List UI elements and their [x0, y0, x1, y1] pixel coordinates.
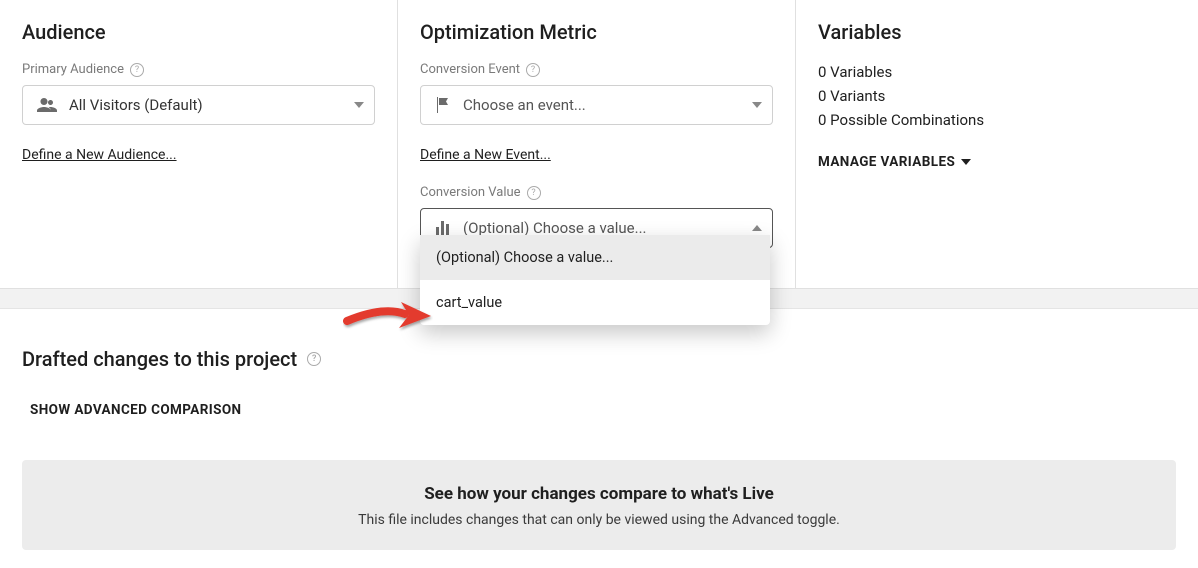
audience-panel: Audience Primary Audience ? All Visitors… — [0, 0, 398, 288]
dropdown-option-placeholder[interactable]: (Optional) Choose a value... — [420, 235, 770, 280]
define-event-link[interactable]: Define a New Event... — [420, 147, 551, 163]
primary-audience-label-text: Primary Audience — [22, 62, 124, 77]
drafted-changes-section: Drafted changes to this project ? SHOW A… — [0, 309, 1198, 568]
chevron-down-icon — [354, 102, 364, 108]
help-icon[interactable]: ? — [307, 352, 321, 366]
conversion-event-placeholder: Choose an event... — [463, 96, 740, 114]
combinations-count: 0 Possible Combinations — [818, 108, 1176, 132]
conversion-value-label-text: Conversion Value — [420, 185, 521, 200]
conversion-event-select[interactable]: Choose an event... — [420, 85, 773, 125]
bar-chart-icon — [435, 221, 451, 235]
drafted-changes-title-text: Drafted changes to this project — [22, 347, 297, 371]
people-icon — [37, 98, 57, 112]
define-audience-link[interactable]: Define a New Audience... — [22, 147, 177, 163]
conversion-value-dropdown: (Optional) Choose a value... cart_value — [420, 235, 770, 325]
help-icon[interactable]: ? — [527, 186, 541, 200]
variables-title: Variables — [818, 20, 1176, 44]
show-advanced-comparison-button[interactable]: SHOW ADVANCED COMPARISON — [30, 402, 241, 418]
primary-audience-label: Primary Audience ? — [22, 62, 375, 77]
chevron-down-icon — [961, 159, 971, 165]
manage-variables-label: MANAGE VARIABLES — [818, 154, 955, 170]
flag-icon — [435, 97, 451, 113]
audience-title: Audience — [22, 20, 375, 44]
conversion-event-label: Conversion Event ? — [420, 62, 773, 77]
metric-panel: Optimization Metric Conversion Event ? C… — [398, 0, 796, 288]
variables-panel: Variables 0 Variables 0 Variants 0 Possi… — [796, 0, 1198, 288]
primary-audience-value: All Visitors (Default) — [69, 96, 342, 114]
variables-count: 0 Variables — [818, 60, 1176, 84]
help-icon[interactable]: ? — [526, 63, 540, 77]
banner-subtitle: This file includes changes that can only… — [42, 512, 1156, 528]
conversion-event-label-text: Conversion Event — [420, 62, 520, 77]
variants-count: 0 Variants — [818, 84, 1176, 108]
comparison-banner: See how your changes compare to what's L… — [22, 460, 1176, 550]
chevron-up-icon — [752, 225, 762, 231]
top-panels: Audience Primary Audience ? All Visitors… — [0, 0, 1198, 289]
manage-variables-button[interactable]: MANAGE VARIABLES — [818, 154, 971, 170]
banner-title: See how your changes compare to what's L… — [42, 484, 1156, 504]
conversion-value-label: Conversion Value ? — [420, 185, 773, 200]
dropdown-option-cart-value[interactable]: cart_value — [420, 280, 770, 325]
chevron-down-icon — [752, 102, 762, 108]
variables-summary: 0 Variables 0 Variants 0 Possible Combin… — [818, 60, 1176, 132]
drafted-changes-title: Drafted changes to this project ? — [22, 347, 1176, 371]
metric-title: Optimization Metric — [420, 20, 773, 44]
primary-audience-select[interactable]: All Visitors (Default) — [22, 85, 375, 125]
help-icon[interactable]: ? — [130, 63, 144, 77]
